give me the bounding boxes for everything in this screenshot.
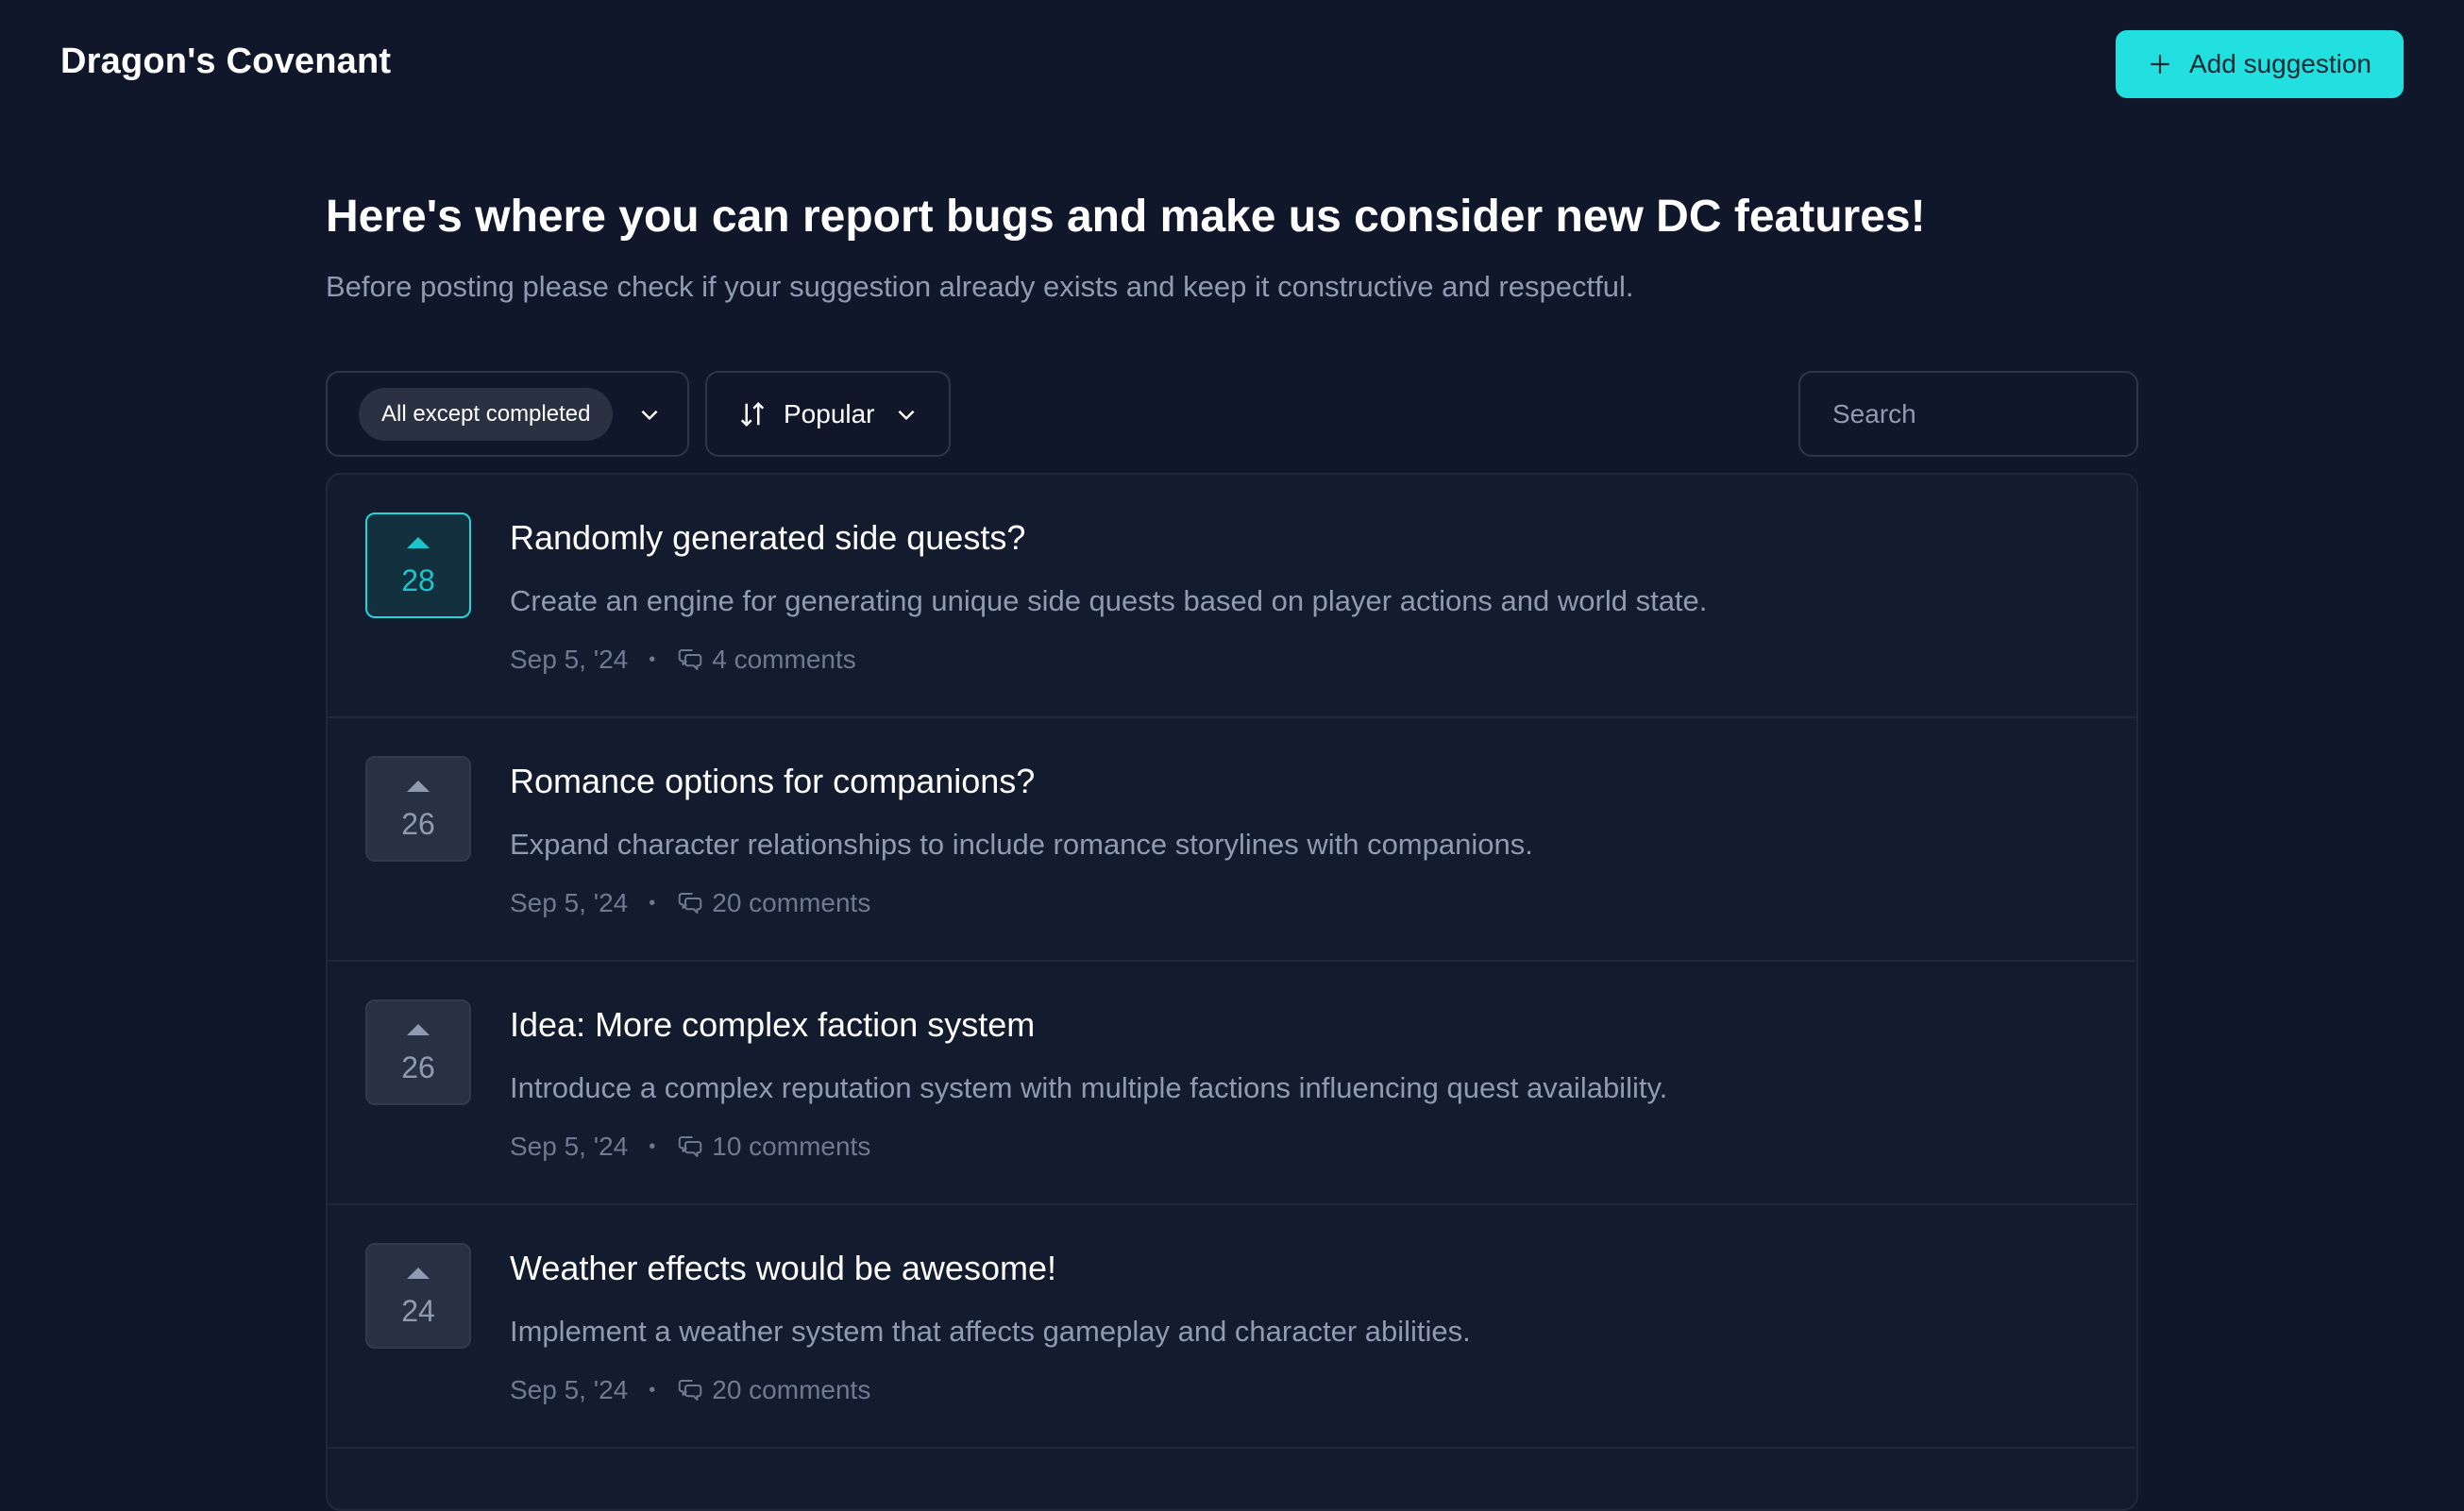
suggestion-title[interactable]: Idea: More complex faction system: [510, 1005, 1035, 1045]
suggestion-list: 28 Randomly generated side quests? Creat…: [326, 473, 2138, 1511]
suggestion-item: 24 Weather effects would be awesome! Imp…: [328, 1205, 2136, 1449]
comments-link[interactable]: 4 comments: [676, 645, 856, 675]
upvote-button[interactable]: 26: [365, 756, 471, 862]
search-input[interactable]: [1798, 371, 2138, 457]
comments-icon: [679, 893, 702, 914]
suggestion-meta: Sep 5, '24 • 20 comments: [510, 888, 870, 918]
comments-count: 20 comments: [712, 888, 871, 917]
add-suggestion-label: Add suggestion: [2188, 49, 2372, 78]
suggestion-item: 26 Romance options for companions? Expan…: [328, 718, 2136, 962]
chevron-down-icon: [642, 410, 658, 420]
suggestion-description: Create an engine for generating unique s…: [510, 584, 1708, 617]
meta-separator: •: [649, 648, 656, 670]
suggestion-description: Expand character relationships to includ…: [510, 828, 1533, 861]
vote-count: 28: [401, 563, 435, 597]
upvote-arrow-icon: [407, 781, 430, 792]
plus-icon: [2151, 55, 2169, 74]
suggestion-meta: Sep 5, '24 • 4 comments: [510, 645, 856, 675]
add-suggestion-button[interactable]: Add suggestion: [2116, 30, 2404, 98]
sort-dropdown[interactable]: Popular: [705, 371, 951, 457]
status-filter-dropdown[interactable]: All except completed: [326, 371, 689, 457]
sort-value: Popular: [784, 398, 875, 428]
comments-count: 10 comments: [712, 1132, 871, 1161]
vote-count: 26: [401, 807, 435, 841]
suggestion-date: Sep 5, '24: [510, 1375, 629, 1404]
suggestion-title[interactable]: Randomly generated side quests?: [510, 518, 1025, 558]
status-filter-value: All except completed: [359, 387, 614, 441]
suggestion-date: Sep 5, '24: [510, 888, 629, 917]
top-bar: Dragon's Covenant Add suggestion: [0, 0, 2464, 132]
suggestion-date: Sep 5, '24: [510, 1132, 629, 1161]
page-headline: Here's where you can report bugs and mak…: [326, 192, 1926, 242]
suggestion-description: Introduce a complex reputation system wi…: [510, 1071, 1668, 1104]
sort-arrows-icon: [740, 401, 765, 427]
suggestion-description: Implement a weather system that affects …: [510, 1315, 1471, 1348]
meta-separator: •: [649, 892, 656, 914]
page-subline: Before posting please check if your sugg…: [326, 270, 1634, 303]
chevron-down-icon: [898, 410, 914, 420]
comments-count: 20 comments: [712, 1375, 871, 1404]
comments-icon: [679, 1380, 702, 1401]
upvote-arrow-icon: [407, 537, 430, 548]
upvote-button[interactable]: 28: [365, 512, 471, 618]
comments-icon: [679, 649, 702, 670]
upvote-button[interactable]: 26: [365, 999, 471, 1105]
suggestion-meta: Sep 5, '24 • 20 comments: [510, 1375, 870, 1405]
vote-count: 26: [401, 1050, 435, 1084]
suggestion-date: Sep 5, '24: [510, 645, 629, 674]
comments-count: 4 comments: [712, 645, 856, 674]
comments-link[interactable]: 20 comments: [676, 888, 870, 918]
upvote-arrow-icon: [407, 1268, 430, 1279]
suggestion-title[interactable]: Romance options for companions?: [510, 762, 1035, 801]
suggestion-title[interactable]: Weather effects would be awesome!: [510, 1249, 1056, 1288]
upvote-button[interactable]: 24: [365, 1243, 471, 1349]
brand-title[interactable]: Dragon's Covenant: [60, 42, 391, 82]
suggestion-meta: Sep 5, '24 • 10 comments: [510, 1132, 870, 1162]
comments-link[interactable]: 20 comments: [676, 1375, 870, 1405]
vote-count: 24: [401, 1294, 435, 1328]
upvote-arrow-icon: [407, 1024, 430, 1035]
suggestion-item: 28 Randomly generated side quests? Creat…: [328, 475, 2136, 718]
meta-separator: •: [649, 1379, 656, 1401]
suggestion-item: 26 Idea: More complex faction system Int…: [328, 962, 2136, 1205]
meta-separator: •: [649, 1135, 656, 1157]
comments-link[interactable]: 10 comments: [676, 1132, 870, 1162]
comments-icon: [679, 1136, 702, 1157]
